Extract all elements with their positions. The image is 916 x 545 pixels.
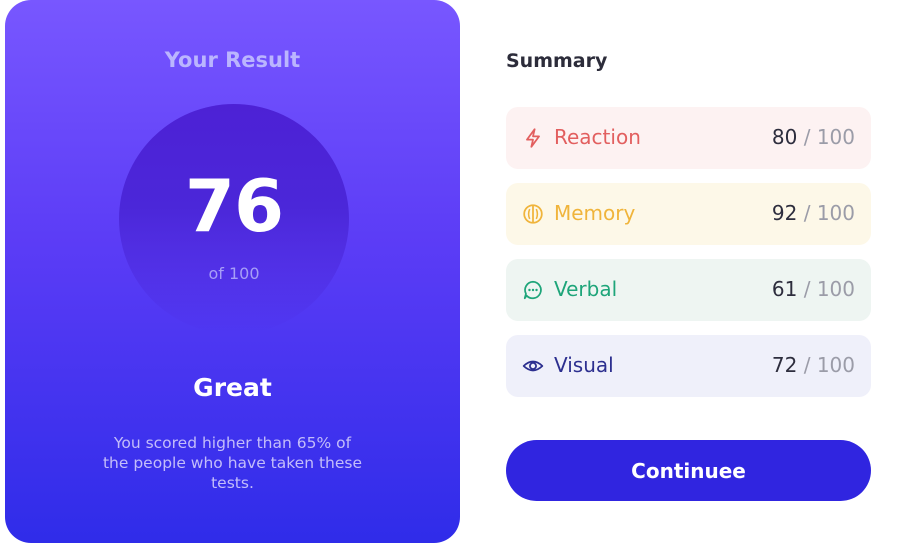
brain-icon <box>523 204 543 224</box>
results-summary-card: Your Result 76 of 100 Great You scored h… <box>0 0 916 545</box>
summary-item-label: Memory <box>554 201 636 225</box>
summary-item-score: 92 / 100 <box>772 201 855 225</box>
chat-bubble-icon <box>523 280 542 300</box>
summary-item-score: 72 / 100 <box>772 353 855 377</box>
result-panel: Your Result 76 of 100 Great You scored h… <box>5 0 460 543</box>
score-max: / 100 <box>797 353 855 377</box>
lightning-icon <box>526 128 540 148</box>
continue-button[interactable]: Continuee <box>506 440 871 501</box>
score-value: 72 <box>771 353 798 377</box>
summary-item-visual: Visual 72 / 100 <box>506 335 871 397</box>
score-value: 76 <box>184 164 284 248</box>
score-of-total: of 100 <box>208 264 260 283</box>
rating-description: You scored higher than 65% of the people… <box>102 434 363 492</box>
summary-item-memory: Memory 92 / 100 <box>506 183 871 245</box>
rating-label: Great <box>193 373 272 402</box>
score-max: / 100 <box>797 201 855 225</box>
summary-item-verbal: Verbal 61 / 100 <box>506 259 871 321</box>
eye-icon <box>522 360 544 372</box>
score-max: / 100 <box>797 277 855 301</box>
summary-item-label: Visual <box>554 353 614 377</box>
summary-item-reaction: Reaction 80 / 100 <box>506 107 871 169</box>
score-value: 61 <box>771 277 798 301</box>
summary-item-label: Reaction <box>554 125 641 149</box>
summary-title: Summary <box>506 50 608 72</box>
result-title: Your Result <box>164 48 301 72</box>
summary-item-label: Verbal <box>554 277 618 301</box>
score-value: 92 <box>771 201 798 225</box>
score-max: / 100 <box>797 125 855 149</box>
score-circle: 76 of 100 <box>119 104 349 334</box>
summary-item-score: 61 / 100 <box>772 277 855 301</box>
summary-item-score: 80 / 100 <box>772 125 855 149</box>
score-value: 80 <box>771 125 798 149</box>
